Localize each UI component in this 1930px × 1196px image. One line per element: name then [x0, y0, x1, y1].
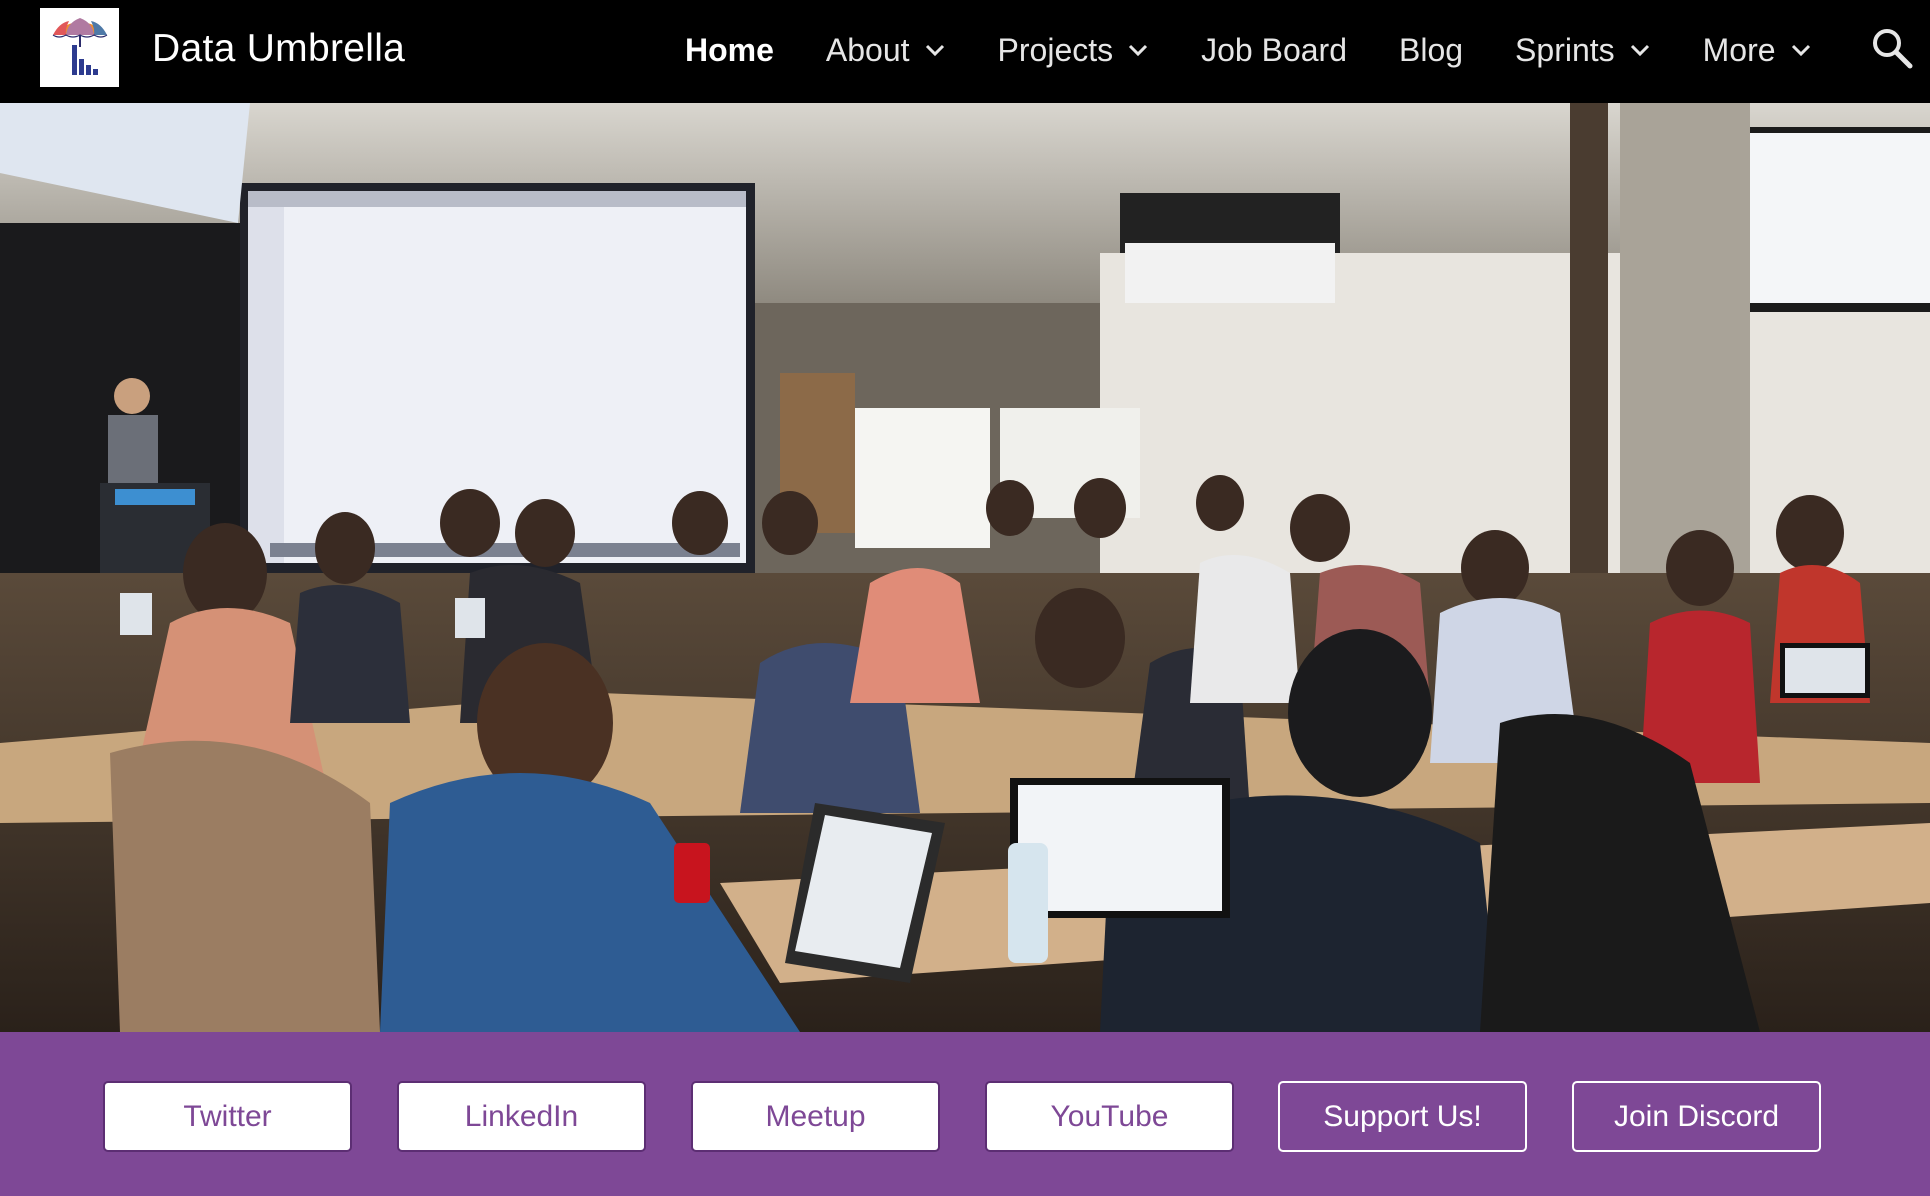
chevron-down-icon [1129, 44, 1148, 57]
meetup-button[interactable]: Meetup [691, 1081, 940, 1152]
nav-item-label: Sprints [1515, 32, 1615, 68]
nav-item-sprints[interactable]: Sprints [1515, 25, 1651, 75]
nav-item-blog[interactable]: Blog [1399, 25, 1463, 75]
main-nav: Home About Projects Job Board Blog Sprin… [685, 24, 1864, 76]
twitter-button[interactable]: Twitter [103, 1081, 352, 1152]
site-logo[interactable] [40, 8, 119, 87]
chevron-down-icon [1791, 44, 1810, 57]
nav-item-job-board[interactable]: Job Board [1201, 25, 1347, 75]
classroom-photo-illustration [0, 103, 1930, 1032]
join-discord-button[interactable]: Join Discord [1572, 1081, 1821, 1152]
chevron-down-icon [925, 44, 944, 57]
nav-item-label: About [825, 32, 910, 68]
chevron-down-icon [1630, 44, 1649, 57]
nav-item-projects[interactable]: Projects [998, 25, 1150, 75]
nav-item-label: Home [685, 32, 774, 68]
nav-item-label: Blog [1399, 32, 1464, 68]
youtube-button[interactable]: YouTube [985, 1081, 1234, 1152]
nav-item-about[interactable]: About [826, 25, 946, 75]
social-links-bar: Twitter LinkedIn Meetup YouTube Support … [0, 1032, 1930, 1196]
umbrella-logo-icon [52, 17, 107, 75]
nav-item-home[interactable]: Home [685, 25, 774, 75]
hero-image [0, 103, 1930, 1032]
site-title[interactable]: Data Umbrella [152, 24, 405, 74]
nav-item-label: More [1702, 32, 1776, 68]
nav-item-label: Projects [997, 32, 1114, 68]
linkedin-button[interactable]: LinkedIn [397, 1081, 646, 1152]
search-icon[interactable] [1870, 26, 1914, 70]
nav-item-more[interactable]: More [1703, 25, 1812, 75]
site-header: Data Umbrella Home About Projects Job Bo… [0, 0, 1930, 103]
support-us-button[interactable]: Support Us! [1278, 1081, 1527, 1152]
nav-item-label: Job Board [1201, 32, 1347, 68]
